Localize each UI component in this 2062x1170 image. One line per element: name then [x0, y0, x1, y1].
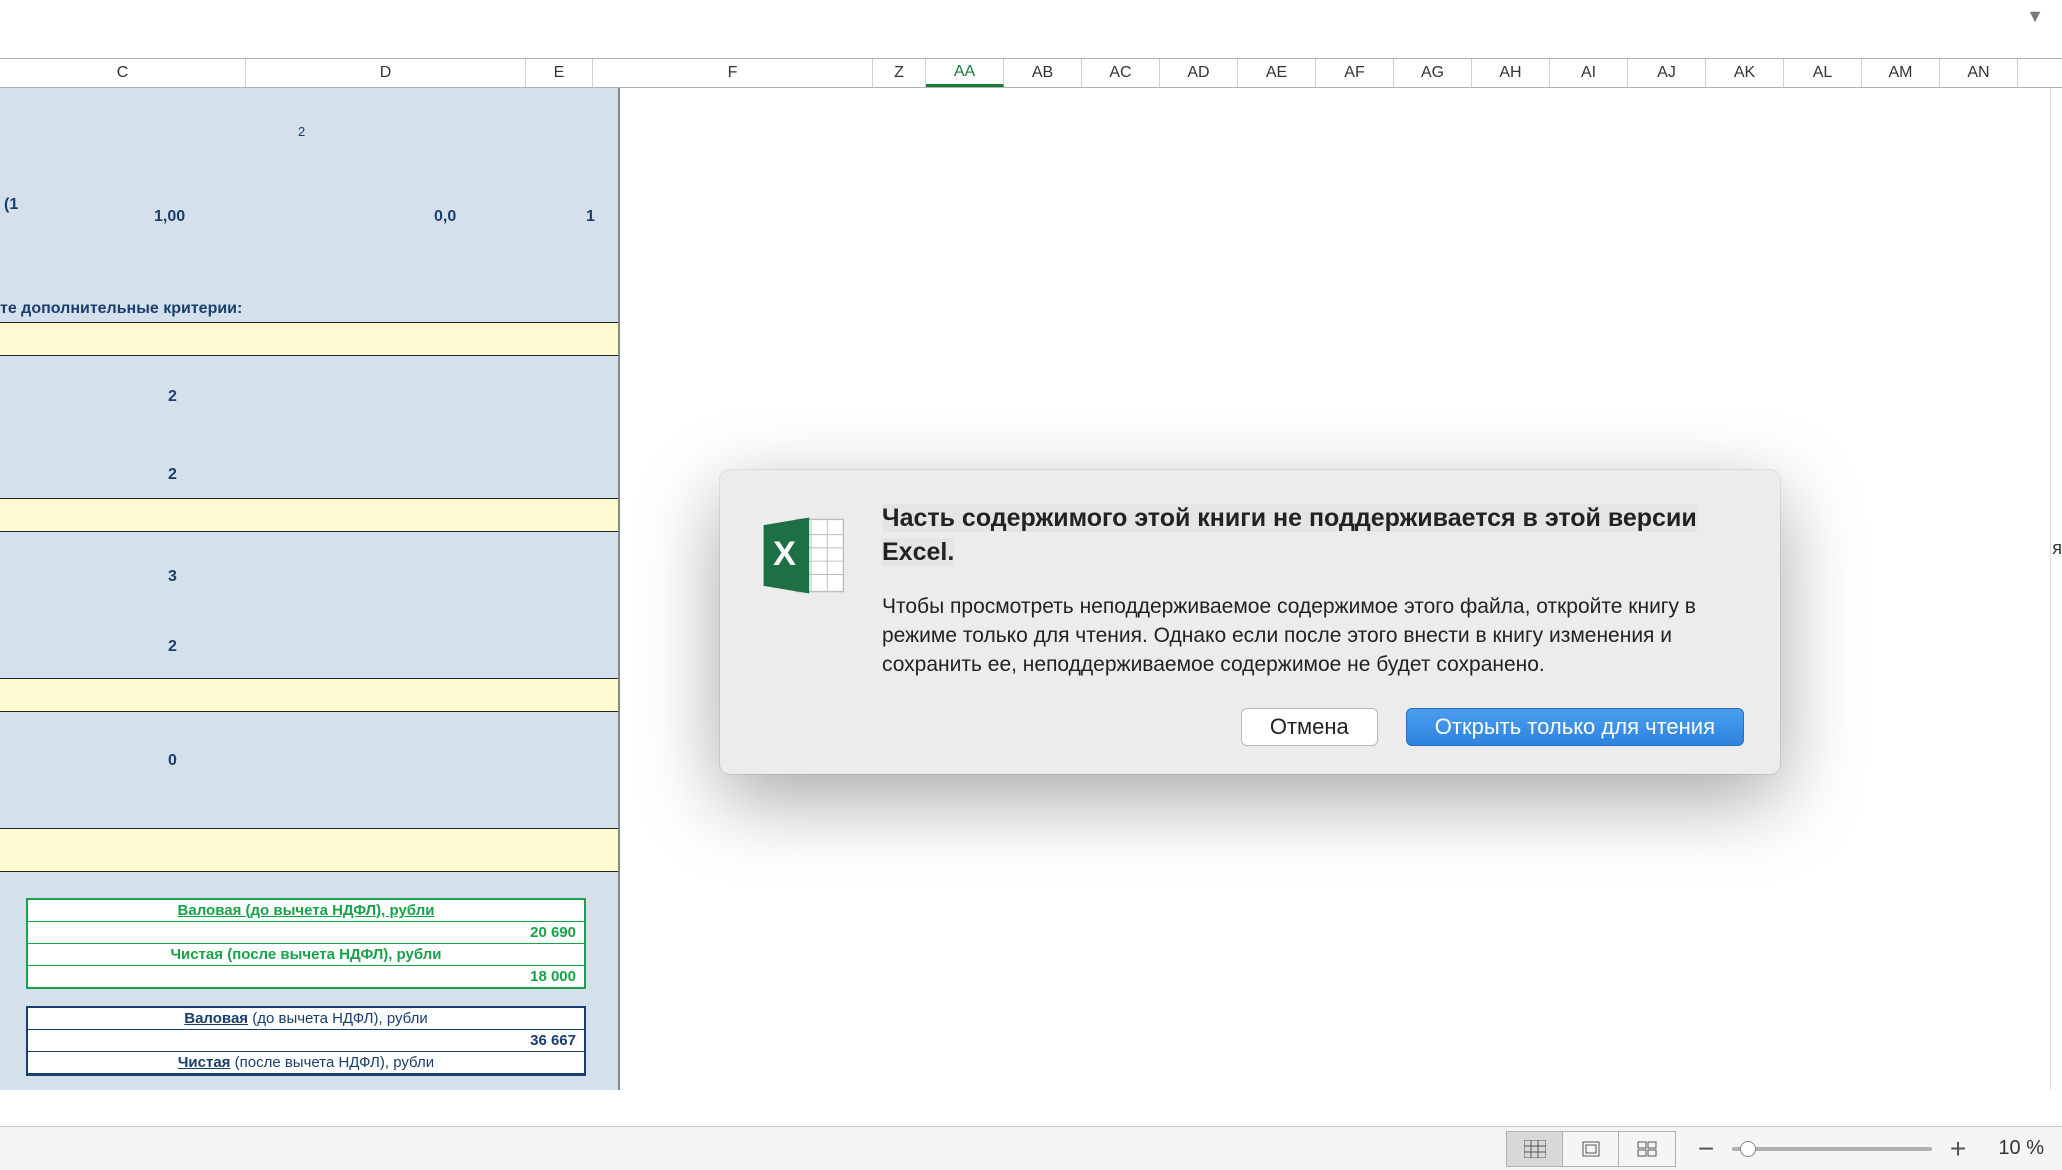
dialog-backdrop: X Часть содержимого этой книги не поддер…: [0, 0, 2062, 1170]
pagebreak-view-button[interactable]: [1619, 1132, 1675, 1166]
open-readonly-button[interactable]: Открыть только для чтения: [1406, 708, 1744, 746]
svg-text:X: X: [773, 535, 796, 573]
dialog-message: Чтобы просмотреть неподдерживаемое содер…: [882, 592, 1744, 680]
page-layout-view-button[interactable]: [1563, 1132, 1619, 1166]
zoom-in-button[interactable]: +: [1946, 1137, 1970, 1161]
zoom-control: − + 10 %: [1694, 1137, 2044, 1161]
view-buttons: [1506, 1131, 1676, 1167]
zoom-slider-thumb[interactable]: [1740, 1141, 1756, 1157]
dialog-title: Часть содержимого этой книги не поддержи…: [882, 504, 1697, 566]
zoom-out-button[interactable]: −: [1694, 1137, 1718, 1161]
unsupported-content-dialog: X Часть содержимого этой книги не поддер…: [720, 470, 1780, 774]
normal-view-button[interactable]: [1507, 1132, 1563, 1166]
zoom-slider[interactable]: [1732, 1147, 1932, 1151]
zoom-value[interactable]: 10 %: [1984, 1137, 2044, 1160]
cancel-button[interactable]: Отмена: [1241, 708, 1378, 746]
statusbar: − + 10 %: [0, 1126, 2062, 1170]
excel-icon: X: [756, 502, 856, 746]
